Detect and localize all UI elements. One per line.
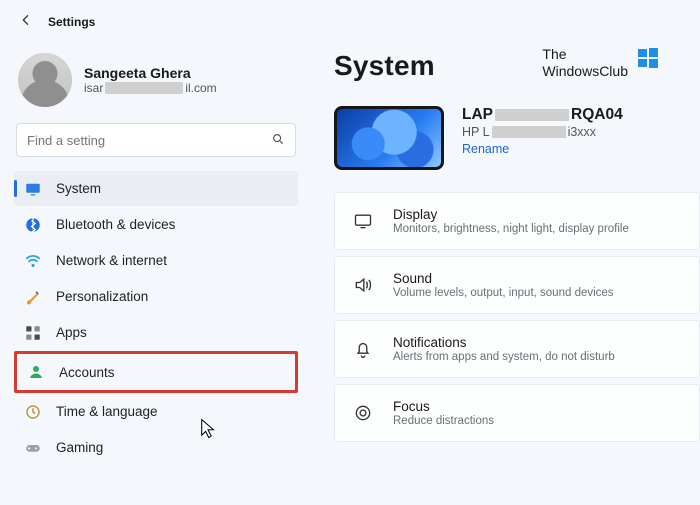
card-subtitle: Reduce distractions [393,415,494,427]
sidebar-item-network[interactable]: Network & internet [14,243,298,278]
sidebar-item-time[interactable]: Time & language [14,394,298,429]
redacted-chip [492,126,566,138]
card-sound[interactable]: Sound Volume levels, output, input, soun… [334,256,700,314]
sidebar-item-bluetooth[interactable]: Bluetooth & devices [14,207,298,242]
card-title: Display [393,207,629,222]
sidebar-item-label: Network & internet [56,253,167,268]
device-name: LAPRQA04 [462,106,623,124]
device-summary: LAPRQA04 HP Li3xxx Rename [334,106,700,170]
focus-icon [351,403,375,423]
sidebar-item-personalization[interactable]: Personalization [14,279,298,314]
card-subtitle: Alerts from apps and system, do not dist… [393,351,615,363]
sidebar-item-label: Time & language [56,404,158,419]
profile-name: Sangeeta Ghera [84,65,217,81]
sidebar-item-apps[interactable]: Apps [14,315,298,350]
sidebar-item-system[interactable]: System [14,171,298,206]
sidebar: Settings Sangeeta Ghera isaril.com S [0,0,312,505]
window-title: Settings [48,15,95,29]
sidebar-item-label: Gaming [56,440,103,455]
search-input[interactable] [27,133,271,148]
main-panel: System The WindowsClub LAPRQA04 [312,0,700,505]
card-focus[interactable]: Focus Reduce distractions [334,384,700,442]
nav-list: System Bluetooth & devices Network & int… [14,171,298,465]
page-title: System [334,50,435,82]
apps-icon [24,324,42,342]
avatar [18,53,72,107]
sidebar-item-label: Apps [56,325,87,340]
sound-icon [351,275,375,295]
rename-link[interactable]: Rename [462,142,509,156]
bell-icon [351,339,375,359]
gaming-icon [24,439,42,457]
sidebar-item-accounts[interactable]: Accounts [14,351,298,393]
titlebar: Settings [14,12,298,31]
sidebar-item-gaming[interactable]: Gaming [14,430,298,465]
device-model: HP Li3xxx [462,125,623,139]
card-title: Focus [393,399,494,414]
search-box[interactable] [16,123,296,157]
bluetooth-icon [24,216,42,234]
sidebar-item-label: Personalization [56,289,148,304]
card-subtitle: Volume levels, output, input, sound devi… [393,287,614,299]
card-notifications[interactable]: Notifications Alerts from apps and syste… [334,320,700,378]
redacted-chip [495,109,569,121]
card-display[interactable]: Display Monitors, brightness, night ligh… [334,192,700,250]
redacted-chip [105,82,183,94]
person-icon [27,363,45,381]
wifi-icon [24,252,42,270]
sidebar-item-label: Bluetooth & devices [56,217,175,232]
clock-globe-icon [24,403,42,421]
settings-cards: Display Monitors, brightness, night ligh… [334,192,700,442]
card-subtitle: Monitors, brightness, night light, displ… [393,223,629,235]
desktop-preview[interactable] [334,106,444,170]
brand-watermark: The WindowsClub [542,46,660,80]
brush-icon [24,288,42,306]
search-icon [271,132,285,149]
profile-block[interactable]: Sangeeta Ghera isaril.com [18,53,294,107]
sidebar-item-label: Accounts [59,365,115,380]
profile-email: isaril.com [84,81,217,95]
back-button[interactable] [18,12,34,31]
windows-logo-icon [636,46,660,70]
card-title: Notifications [393,335,615,350]
display-icon [351,211,375,231]
sidebar-item-label: System [56,181,101,196]
card-title: Sound [393,271,614,286]
system-icon [24,180,42,198]
